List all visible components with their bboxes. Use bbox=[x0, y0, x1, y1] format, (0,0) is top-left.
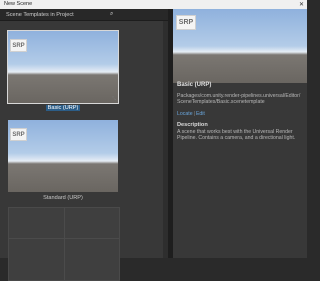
templates-header: Scene Templates in Project ⌕ bbox=[0, 9, 168, 21]
template-thumbnail[interactable]: SRP bbox=[8, 120, 118, 192]
template-label[interactable]: Basic (URP) bbox=[8, 105, 118, 111]
placeholder-line bbox=[9, 238, 119, 239]
templates-header-label: Scene Templates in Project bbox=[6, 12, 74, 18]
resize-handle-icon: ⤡ bbox=[111, 96, 116, 102]
window-title: New Scene bbox=[4, 1, 33, 7]
search-icon[interactable]: ⌕ bbox=[110, 11, 113, 18]
template-links: Locate|Edit bbox=[177, 111, 205, 117]
close-icon[interactable]: ✕ bbox=[299, 1, 304, 8]
template-thumbnail-placeholder[interactable] bbox=[8, 207, 120, 281]
template-preview-image: SRP bbox=[173, 9, 307, 83]
locate-link[interactable]: Locate bbox=[177, 111, 193, 117]
templates-panel: Scene Templates in Project ⌕ SRP ⤡ Basic… bbox=[0, 9, 168, 281]
template-details-panel: SRP Basic (URP) Packages/com.unity.rende… bbox=[173, 9, 307, 258]
description-heading: Description bbox=[177, 122, 208, 128]
srp-badge: SRP bbox=[176, 15, 196, 30]
link-separator: | bbox=[193, 111, 195, 117]
description-text: A scene that works best with the Univers… bbox=[177, 129, 296, 141]
srp-badge: SRP bbox=[10, 128, 27, 141]
placeholder-line bbox=[64, 208, 65, 280]
template-name: Basic (URP) bbox=[177, 82, 212, 88]
template-thumbnail[interactable]: SRP ⤡ bbox=[7, 30, 119, 104]
template-label[interactable]: Standard (URP) bbox=[8, 195, 118, 201]
template-path: Packages/com.unity.render-pipelines.univ… bbox=[177, 93, 301, 105]
srp-badge: SRP bbox=[10, 39, 27, 52]
window-titlebar: New Scene ✕ bbox=[0, 0, 307, 9]
edit-link[interactable]: Edit bbox=[196, 111, 205, 117]
